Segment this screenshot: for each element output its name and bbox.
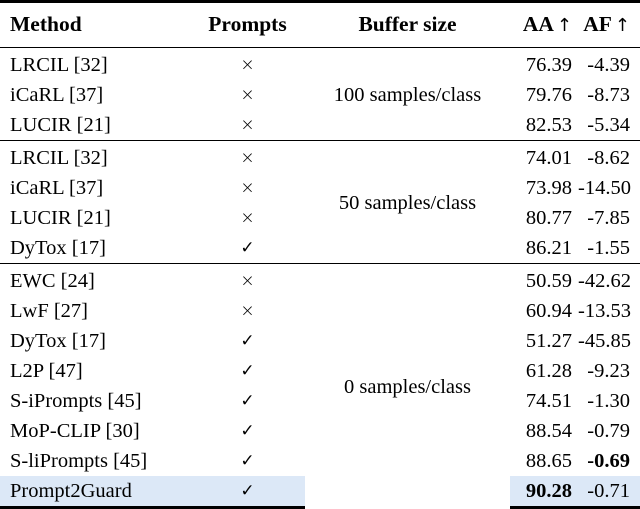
cell-aa: 74.51 [525,389,572,412]
cell-af: -8.73 [587,83,630,106]
table-row: LRCIL [32] × 100 samples/class 76.39 -4.… [0,47,640,141]
cell-prompts: × [240,207,255,228]
cell-prompts: ✓ [240,420,255,441]
cell-af: -45.85 [578,329,631,352]
cell-prompts: ✓ [240,330,255,351]
column-header-prompts: Prompts [190,0,305,48]
cell-aa: 73.98 [525,176,572,199]
cell-aa: 76.39 [510,47,578,80]
column-header-af-label: AF [583,12,612,37]
cell-method: iCaRL [37] [10,83,104,106]
up-arrow-icon: ↑ [556,15,572,37]
cell-aa: 86.21 [525,236,572,259]
cell-af: -4.39 [578,47,640,80]
cell-prompts: ✓ [190,476,305,509]
column-header-method: Method [0,0,190,48]
cell-method: LUCIR [21] [10,206,111,229]
cell-method: iCaRL [37] [10,176,104,199]
cell-af: -7.85 [587,206,630,229]
cell-af: -13.53 [578,299,631,322]
table-header: Method Prompts Buffer size AA ↑ AF ↑ [0,0,640,48]
cell-method: L2P [47] [10,359,83,382]
up-arrow-icon: ↑ [614,15,630,37]
cell-method: S-liPrompts [45] [10,449,148,472]
cell-af: -5.34 [587,113,630,136]
results-table-container: Method Prompts Buffer size AA ↑ AF ↑ LRCIL… [0,0,640,509]
column-header-af: AF ↑ [578,0,640,48]
cell-prompts: × [240,84,255,105]
cell-aa: 82.53 [525,113,572,136]
cell-method: S-iPrompts [45] [10,389,142,412]
cell-method: EWC [24] [0,263,190,296]
cell-method: DyTox [17] [10,236,106,259]
cell-aa: 61.28 [525,359,572,382]
cell-af: -0.69 [587,449,630,472]
cell-prompts: ✓ [240,390,255,411]
cell-prompts: × [240,300,255,321]
cell-af: -0.71 [578,476,640,509]
cell-method: LUCIR [21] [10,113,111,136]
cell-aa: 80.77 [525,206,572,229]
cell-prompts: × [190,140,305,173]
cell-af: -14.50 [578,176,631,199]
table-row: EWC [24] × 0 samples/class 50.59 -42.62 [0,263,640,508]
cell-prompts: × [190,263,305,296]
header-row: Method Prompts Buffer size AA ↑ AF ↑ [0,0,640,48]
cell-method: MoP-CLIP [30] [10,419,140,442]
cell-method: LwF [27] [10,299,89,322]
table-row: LRCIL [32] × 50 samples/class 74.01 -8.6… [0,140,640,264]
cell-af: -9.23 [587,359,630,382]
cell-buffer-size: 50 samples/class [305,140,510,264]
cell-prompts: × [240,114,255,135]
cell-method: LRCIL [32] [0,47,190,80]
cell-af: -1.30 [587,389,630,412]
cell-method: LRCIL [32] [0,140,190,173]
row-group-50-samples: LRCIL [32] × 50 samples/class 74.01 -8.6… [0,140,640,264]
cell-buffer-size: 0 samples/class [305,263,510,508]
row-group-100-samples: LRCIL [32] × 100 samples/class 76.39 -4.… [0,47,640,141]
cell-prompts: × [190,47,305,80]
cell-aa: 51.27 [525,329,572,352]
results-table: Method Prompts Buffer size AA ↑ AF ↑ LRCIL… [0,0,640,509]
cell-aa: 79.76 [525,83,572,106]
cell-prompts: ✓ [240,360,255,381]
cell-aa: 50.59 [510,263,578,296]
cell-af: -8.62 [578,140,640,173]
cell-prompts: ✓ [240,237,255,258]
cell-prompts: ✓ [240,450,255,471]
cell-af: -0.79 [587,419,630,442]
row-group-0-samples: EWC [24] × 0 samples/class 50.59 -42.62 … [0,263,640,509]
cell-aa: 88.54 [525,419,572,442]
column-header-aa: AA ↑ [510,0,578,48]
cell-method: DyTox [17] [10,329,106,352]
cell-prompts: × [240,177,255,198]
column-header-aa-label: AA [522,12,554,37]
cell-aa: 88.65 [525,449,572,472]
cell-af: -1.55 [587,236,630,259]
cell-af: -42.62 [578,263,640,296]
cell-method: Prompt2Guard [0,476,190,509]
cell-aa: 74.01 [510,140,578,173]
column-header-buffer-size: Buffer size [305,0,510,48]
cell-aa: 60.94 [525,299,572,322]
cell-aa: 90.28 [510,476,578,509]
cell-buffer-size: 100 samples/class [305,47,510,141]
